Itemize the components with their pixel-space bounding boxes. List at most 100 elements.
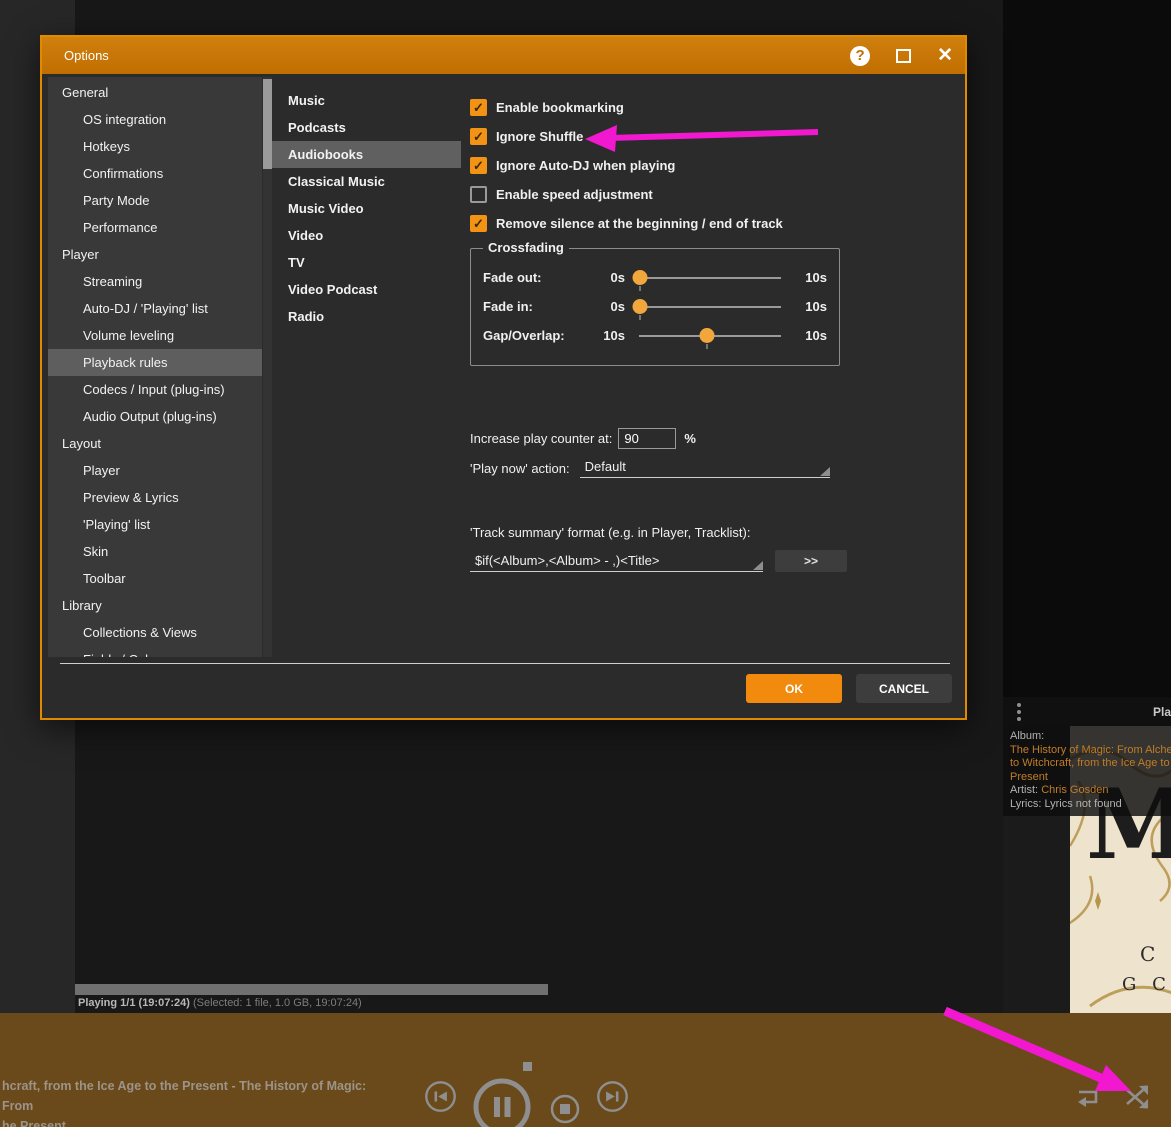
play-counter-input[interactable] — [618, 428, 676, 449]
album-title-line1[interactable]: The History of Magic: From Alche — [1010, 744, 1171, 758]
sidebar-item-skin[interactable]: Skin — [48, 538, 262, 565]
checkbox-row-enable-bookmarking[interactable]: Enable bookmarking — [470, 93, 783, 122]
sidebar-item-auto-dj-playing-list[interactable]: Auto-DJ / 'Playing' list — [48, 295, 262, 322]
fade-in-slider-thumb[interactable] — [633, 299, 648, 314]
media-type-list: Music Podcasts Audiobooks Classical Musi… — [272, 77, 461, 330]
repeat-icon[interactable] — [1073, 1083, 1101, 1111]
media-type-classical-music[interactable]: Classical Music — [272, 168, 461, 195]
sidebar-item-party-mode[interactable]: Party Mode — [48, 187, 262, 214]
next-button[interactable] — [596, 1080, 629, 1113]
sidebar-scrollbar-thumb[interactable] — [263, 79, 272, 169]
dropdown-triangle-icon — [753, 561, 763, 570]
pause-button[interactable] — [472, 1077, 532, 1127]
kebab-menu-icon[interactable] — [1017, 703, 1021, 721]
media-type-music-video[interactable]: Music Video — [272, 195, 461, 222]
sidebar-item-preview-lyrics[interactable]: Preview & Lyrics — [48, 484, 262, 511]
dropdown-triangle-icon — [820, 467, 830, 476]
track-summary-dropdown[interactable]: $if(<Album>,<Album> - ,)<Title> — [470, 553, 763, 572]
horizontal-scrollbar[interactable] — [75, 984, 548, 995]
playing-indicator — [523, 1062, 532, 1071]
gap-overlap-label: Gap/Overlap: — [483, 328, 591, 343]
ok-button[interactable]: OK — [746, 674, 842, 703]
sidebar-item-general[interactable]: General — [48, 79, 262, 106]
media-type-video-podcast[interactable]: Video Podcast — [272, 276, 461, 303]
maximize-icon[interactable] — [896, 49, 911, 63]
sidebar-item-playing-list[interactable]: 'Playing' list — [48, 511, 262, 538]
sidebar-item-player[interactable]: Player — [48, 241, 262, 268]
dialog-titlebar[interactable]: Options ? ✕ — [42, 37, 965, 74]
artist-name[interactable]: Chris Gosden — [1041, 784, 1108, 796]
stop-button[interactable] — [550, 1094, 580, 1124]
shuffle-icon[interactable] — [1123, 1083, 1151, 1111]
media-type-tv[interactable]: TV — [272, 249, 461, 276]
fade-in-row: Fade in: 0s 10s — [483, 292, 827, 321]
fade-out-slider-thumb[interactable] — [633, 270, 648, 285]
track-metadata-overlay: Album: The History of Magic: From Alche … — [1003, 726, 1171, 816]
sidebar-item-audio-output[interactable]: Audio Output (plug-ins) — [48, 403, 262, 430]
sidebar-item-layout-player[interactable]: Player — [48, 457, 262, 484]
fade-in-min: 0s — [591, 299, 625, 314]
sidebar-item-codecs-input[interactable]: Codecs / Input (plug-ins) — [48, 376, 262, 403]
sidebar-item-collections-views[interactable]: Collections & Views — [48, 619, 262, 646]
fade-out-max: 10s — [793, 270, 827, 285]
sidebar-item-hotkeys[interactable]: Hotkeys — [48, 133, 262, 160]
media-type-radio[interactable]: Radio — [272, 303, 461, 330]
checkbox-remove-silence[interactable] — [470, 215, 487, 232]
status-selected-text: (Selected: 1 file, 1.0 GB, 19:07:24) — [193, 997, 362, 1009]
format-expand-button[interactable]: >> — [775, 550, 847, 572]
status-bar: Playing 1/1 (19:07:24) (Selected: 1 file… — [78, 997, 362, 1009]
sidebar-item-library[interactable]: Library — [48, 592, 262, 619]
sidebar-item-layout[interactable]: Layout — [48, 430, 262, 457]
dialog-separator — [60, 663, 950, 664]
play-now-label: 'Play now' action: — [470, 461, 570, 478]
close-icon[interactable]: ✕ — [937, 46, 953, 65]
status-playing-text: Playing 1/1 (19:07:24) — [78, 997, 190, 1009]
options-sidebar: General OS integration Hotkeys Confirmat… — [48, 77, 262, 657]
sidebar-item-performance[interactable]: Performance — [48, 214, 262, 241]
fade-out-min: 0s — [591, 270, 625, 285]
now-playing-line2: he Present — [2, 1116, 382, 1127]
lyrics-label: Lyrics: — [1010, 798, 1041, 810]
media-type-audiobooks[interactable]: Audiobooks — [272, 141, 461, 168]
sidebar-item-toolbar[interactable]: Toolbar — [48, 565, 262, 592]
sidebar-item-confirmations[interactable]: Confirmations — [48, 160, 262, 187]
previous-button[interactable] — [424, 1080, 457, 1113]
help-icon[interactable]: ? — [850, 46, 870, 66]
now-playing-line1: hcraft, from the Ice Age to the Present … — [2, 1076, 382, 1116]
gap-overlap-slider[interactable] — [639, 327, 781, 344]
crossfading-group: Crossfading Fade out: 0s 10s Fade in: 0s… — [470, 248, 840, 366]
album-title-line3[interactable]: Present — [1010, 771, 1171, 785]
checkbox-row-ignore-auto-dj[interactable]: Ignore Auto-DJ when playing — [470, 151, 783, 180]
checkbox-row-ignore-shuffle[interactable]: Ignore Shuffle — [470, 122, 783, 151]
sidebar-item-os-integration[interactable]: OS integration — [48, 106, 262, 133]
side-panel-body: M C G C Album: The History of Magic: Fro… — [1003, 726, 1171, 1013]
side-panel-header: Pla — [1003, 697, 1171, 726]
sidebar-item-playback-rules[interactable]: Playback rules — [48, 349, 262, 376]
gap-overlap-slider-thumb[interactable] — [700, 328, 715, 343]
media-type-video[interactable]: Video — [272, 222, 461, 249]
checkbox-ignore-auto-dj[interactable] — [470, 157, 487, 174]
lyrics-line: Lyrics: Lyrics not found — [1010, 798, 1171, 812]
checkbox-ignore-shuffle[interactable] — [470, 128, 487, 145]
fade-out-slider[interactable] — [639, 269, 781, 286]
media-type-podcasts[interactable]: Podcasts — [272, 114, 461, 141]
album-art-text-2: G C — [1122, 974, 1171, 995]
sidebar-item-streaming[interactable]: Streaming — [48, 268, 262, 295]
album-title-line2[interactable]: to Witchcraft, from the Ice Age to — [1010, 757, 1171, 771]
options-dialog: Options ? ✕ General OS integration Hotke… — [40, 35, 967, 720]
sidebar-item-volume-leveling[interactable]: Volume leveling — [48, 322, 262, 349]
fade-in-slider[interactable] — [639, 298, 781, 315]
now-playing-text[interactable]: hcraft, from the Ice Age to the Present … — [2, 1076, 382, 1127]
checkbox-label: Enable bookmarking — [496, 100, 624, 115]
checkbox-enable-bookmarking[interactable] — [470, 99, 487, 116]
media-type-music[interactable]: Music — [272, 87, 461, 114]
play-now-dropdown[interactable]: Default — [580, 459, 830, 478]
sidebar-scrollbar[interactable] — [263, 77, 272, 657]
sidebar-item-fields-columns[interactable]: Fields / Columns — [48, 646, 262, 657]
checkbox-row-enable-speed-adjustment[interactable]: Enable speed adjustment — [470, 180, 783, 209]
album-art-text-1: C — [1140, 942, 1155, 966]
cancel-button[interactable]: CANCEL — [856, 674, 952, 703]
screen: Playing 1/1 (19:07:24) (Selected: 1 file… — [0, 0, 1171, 1127]
checkbox-row-remove-silence[interactable]: Remove silence at the beginning / end of… — [470, 209, 783, 238]
checkbox-enable-speed-adjustment[interactable] — [470, 186, 487, 203]
